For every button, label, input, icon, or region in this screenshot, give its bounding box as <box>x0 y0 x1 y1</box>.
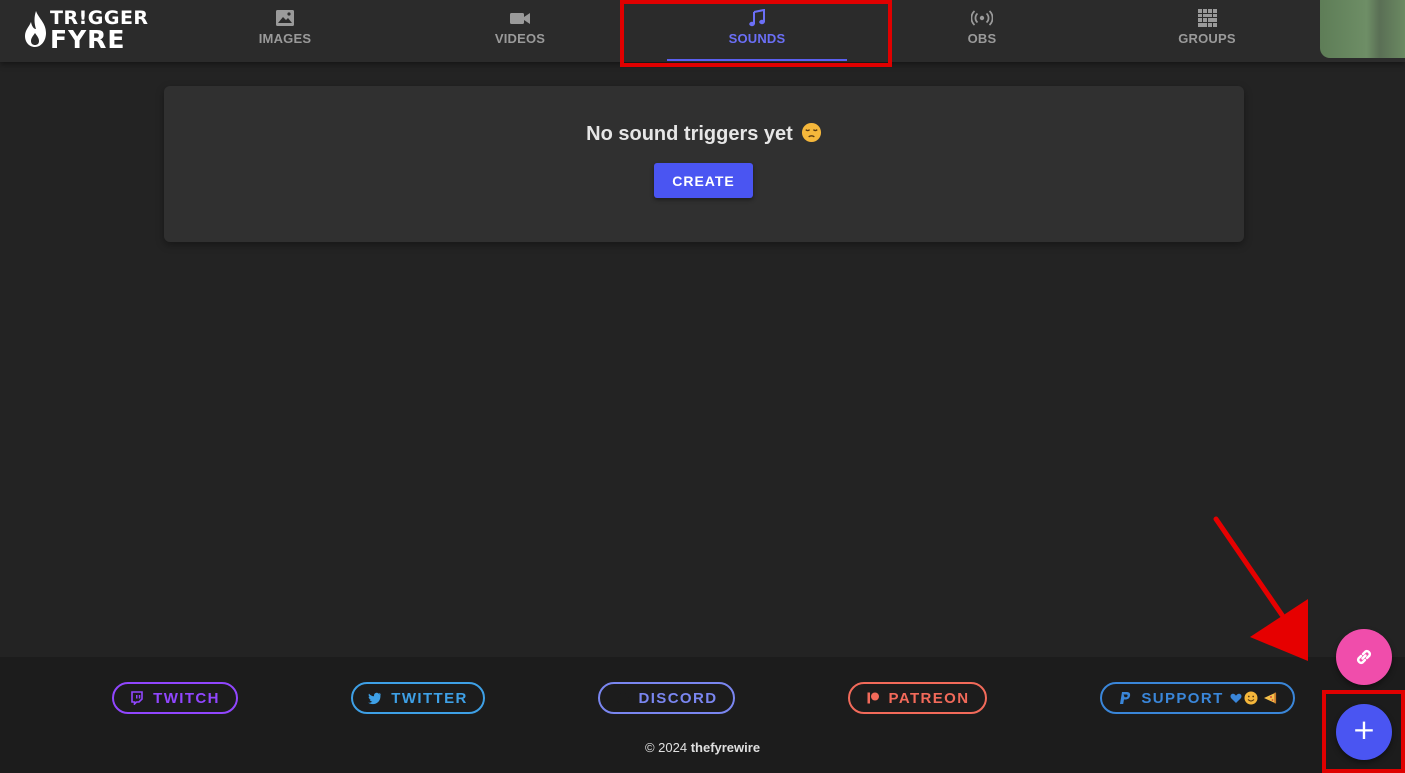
broadcast-icon <box>971 10 993 26</box>
triggerfyre-logo[interactable]: TR!GGER FYRE <box>22 7 150 53</box>
discord-label: DISCORD <box>638 689 718 707</box>
tab-obs[interactable]: OBS <box>882 0 1082 62</box>
twitch-link[interactable]: TWITCH <box>112 682 238 714</box>
pizza-icon <box>1263 692 1276 704</box>
patreon-link[interactable]: PATREON <box>848 682 987 714</box>
footer: TWITCH TWITTER DISCORD PATREON SUPPORT ©… <box>0 657 1405 773</box>
tab-images[interactable]: IMAGES <box>185 0 385 62</box>
twitter-label: TWITTER <box>391 689 468 707</box>
empty-state-message: No sound triggers yet <box>164 122 1244 146</box>
create-trigger-button[interactable]: CREATE <box>654 163 753 198</box>
tab-videos[interactable]: VIDEOS <box>420 0 620 62</box>
music-note-icon <box>749 9 765 27</box>
pensive-face-icon <box>801 122 821 143</box>
support-label: SUPPORT <box>1141 689 1224 707</box>
tab-label: GROUPS <box>1178 31 1236 46</box>
tab-label: OBS <box>967 31 997 46</box>
copy-link-button[interactable] <box>1336 629 1392 685</box>
tab-label: IMAGES <box>258 31 312 46</box>
smiley-icon <box>1244 691 1258 705</box>
active-tab-indicator <box>667 59 847 61</box>
heart-icon <box>1230 693 1242 703</box>
flame-icon <box>25 11 46 47</box>
add-trigger-fab[interactable]: + <box>1336 704 1392 760</box>
tab-groups[interactable]: GROUPS <box>1107 0 1307 62</box>
tab-label: SOUNDS <box>728 31 786 46</box>
logo-text-line2: FYRE <box>50 25 126 54</box>
twitter-icon <box>368 692 382 705</box>
discord-icon <box>616 693 629 703</box>
twitch-icon <box>131 691 143 705</box>
copyright-owner-link[interactable]: thefyrewire <box>691 740 760 755</box>
image-icon <box>276 10 294 26</box>
background-window-edge <box>1320 0 1405 58</box>
discord-link[interactable]: DISCORD <box>598 682 735 714</box>
twitter-link[interactable]: TWITTER <box>351 682 485 714</box>
link-icon <box>1357 650 1371 664</box>
copyright: © 2024 thefyrewire <box>0 740 1405 755</box>
patreon-label: PATREON <box>888 689 970 707</box>
video-camera-icon <box>510 13 530 24</box>
plus-icon: + <box>1352 713 1376 746</box>
empty-state-text: No sound triggers yet <box>586 123 793 145</box>
tab-label: VIDEOS <box>494 31 546 46</box>
paypal-icon <box>1120 692 1131 704</box>
grid-icon <box>1198 9 1217 27</box>
patreon-icon <box>867 692 879 704</box>
red-arrow-annotation <box>1213 516 1308 661</box>
copyright-prefix: © 2024 <box>644 740 688 755</box>
tab-sounds[interactable]: SOUNDS <box>657 0 857 62</box>
support-link[interactable]: SUPPORT <box>1100 682 1295 714</box>
top-navigation-bar: TR!GGER FYRE IMAGES VIDEOS SOUNDS OBS GR… <box>0 0 1405 62</box>
twitch-label: TWITCH <box>153 689 220 707</box>
empty-state-card: No sound triggers yet CREATE <box>164 86 1244 242</box>
